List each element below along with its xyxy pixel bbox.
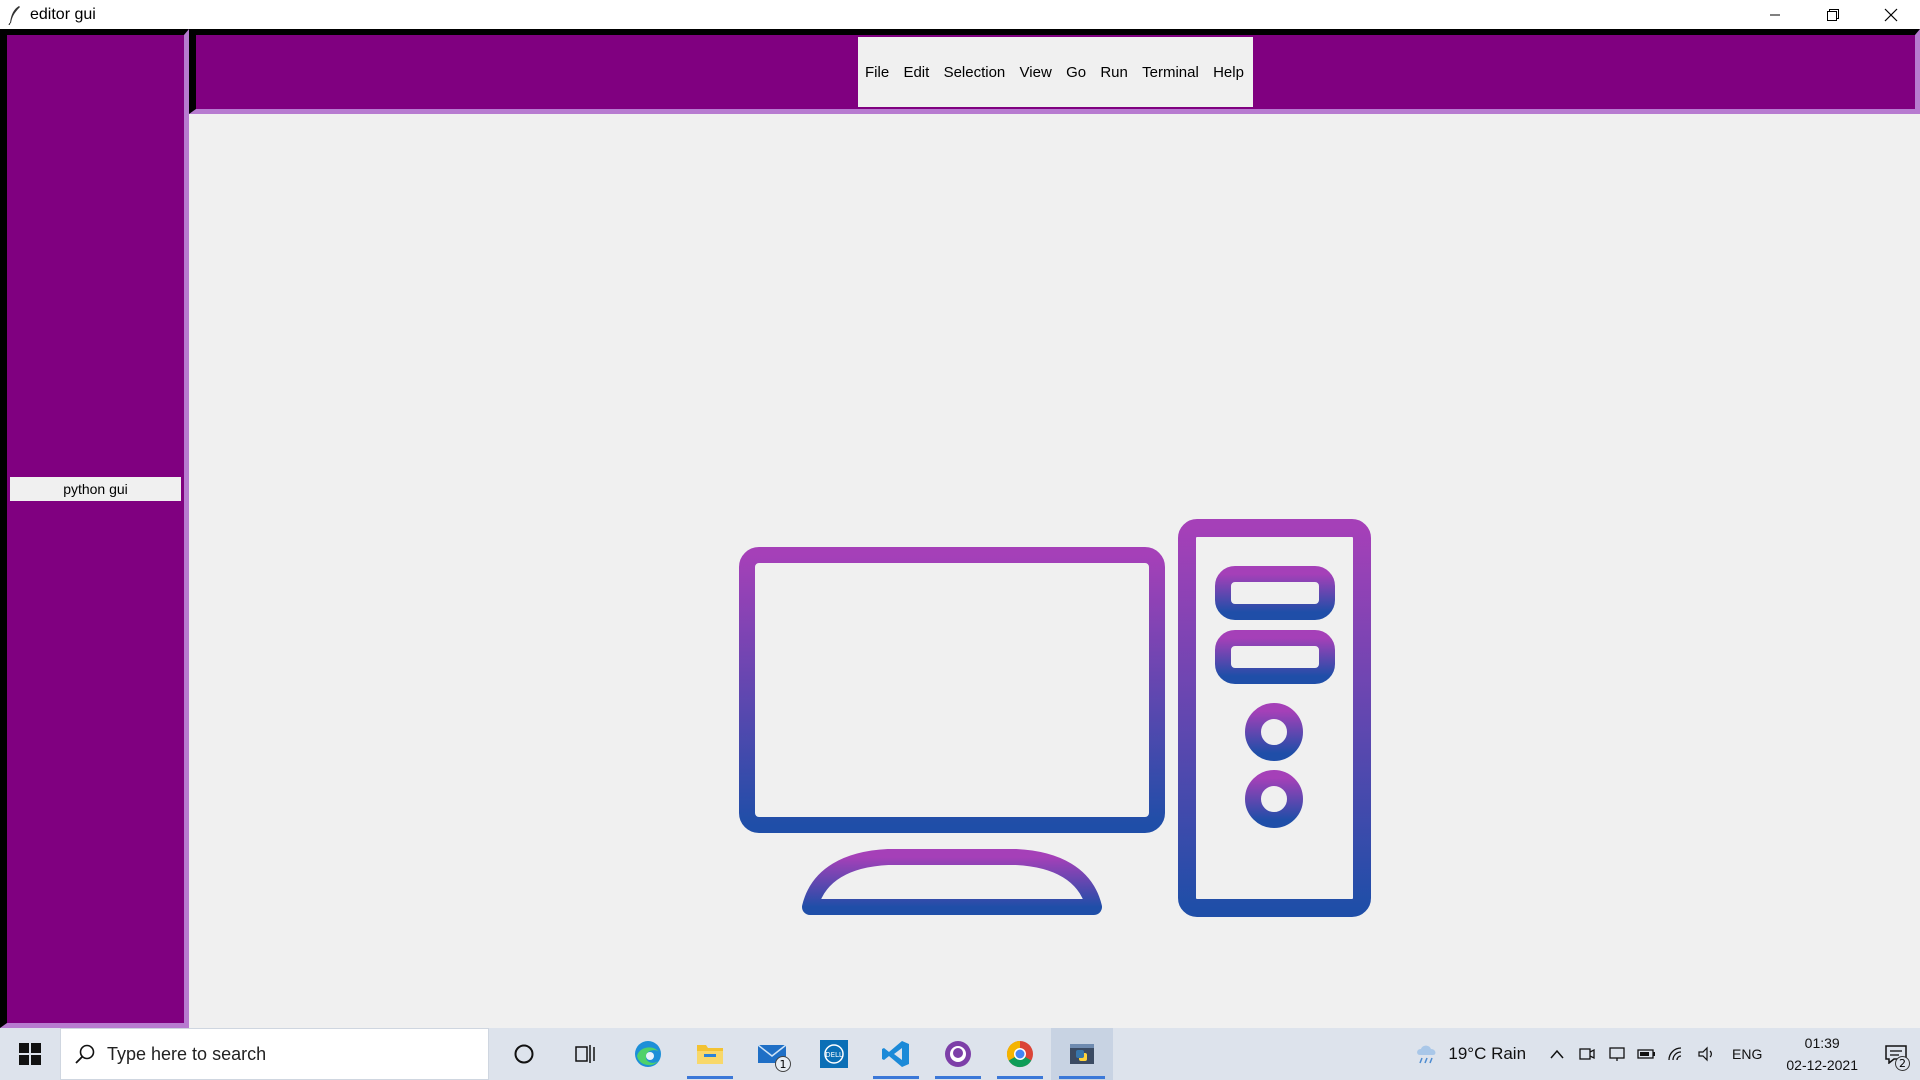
show-hidden-icons-button[interactable]	[1542, 1028, 1572, 1080]
menu-selection[interactable]: Selection	[941, 64, 1009, 81]
restore-icon	[1827, 8, 1839, 21]
cortana-icon	[514, 1044, 534, 1064]
dell-icon: DELL	[820, 1040, 848, 1068]
taskbar-apps: 1 DELL	[493, 1028, 1113, 1080]
restore-button[interactable]	[1804, 0, 1862, 29]
minimize-button[interactable]	[1746, 0, 1804, 29]
python-app-button[interactable]	[1051, 1028, 1113, 1080]
taskbar-search-box[interactable]: Type here to search	[60, 1028, 489, 1080]
clock[interactable]: 01:39 02-12-2021	[1786, 1032, 1858, 1076]
top-panel: File Edit Selection View Go Run Terminal…	[189, 29, 1920, 114]
menu-help[interactable]: Help	[1210, 64, 1247, 81]
menu-run[interactable]: Run	[1097, 64, 1131, 81]
window-title: editor gui	[30, 5, 96, 23]
wifi-button[interactable]	[1662, 1028, 1692, 1080]
desktop-computer-icon	[739, 519, 1371, 917]
edge-icon	[635, 1041, 661, 1067]
edge-button[interactable]	[617, 1028, 679, 1080]
display-icon	[1609, 1047, 1625, 1061]
weather-text: 19°C Rain	[1448, 1044, 1527, 1063]
title-bar: editor gui	[0, 0, 1920, 29]
notifications-button[interactable]: 2	[1872, 1028, 1920, 1080]
speaker-icon	[1698, 1046, 1712, 1062]
search-placeholder: Type here to search	[107, 1043, 267, 1064]
github-desktop-icon	[945, 1041, 971, 1067]
github-desktop-button[interactable]	[927, 1028, 989, 1080]
mail-badge: 1	[775, 1056, 791, 1072]
meet-now-button[interactable]	[1572, 1028, 1602, 1080]
volume-button[interactable]	[1692, 1028, 1722, 1080]
system-tray: 19°C Rain ENG 01:39 02-12-2021 2	[1414, 1028, 1920, 1080]
start-button[interactable]	[0, 1028, 60, 1080]
rain-cloud-icon	[1417, 1045, 1436, 1064]
battery-icon	[1637, 1049, 1656, 1059]
battery-button[interactable]	[1632, 1028, 1662, 1080]
clock-date: 02-12-2021	[1786, 1057, 1858, 1073]
file-explorer-button[interactable]	[679, 1028, 741, 1080]
display-tray-button[interactable]	[1602, 1028, 1632, 1080]
notification-count: 2	[1895, 1056, 1910, 1071]
menu-edit[interactable]: Edit	[900, 64, 932, 81]
weather-widget[interactable]: 19°C Rain	[1414, 1042, 1526, 1066]
window-controls	[1746, 0, 1920, 29]
windows-logo-icon	[19, 1043, 41, 1065]
mail-button[interactable]: 1	[741, 1028, 803, 1080]
chrome-button[interactable]	[989, 1028, 1051, 1080]
language-indicator[interactable]: ENG	[1732, 1046, 1762, 1062]
wifi-icon	[1668, 1047, 1682, 1061]
chevron-up-icon	[1550, 1049, 1564, 1059]
taskbar: Type here to search 1 DELL 19°C Rain ENG…	[0, 1028, 1920, 1080]
svg-text:DELL: DELL	[825, 1051, 843, 1059]
close-icon	[1884, 8, 1898, 21]
search-icon	[73, 1042, 97, 1066]
file-explorer-icon	[697, 1045, 723, 1064]
camera-icon	[1579, 1048, 1595, 1060]
cortana-button[interactable]	[493, 1028, 555, 1080]
vscode-button[interactable]	[865, 1028, 927, 1080]
menu-bar: File Edit Selection View Go Run Terminal…	[858, 37, 1253, 107]
close-button[interactable]	[1862, 0, 1920, 29]
menu-file[interactable]: File	[862, 64, 892, 81]
editor-client-area: python gui File Edit Selection View Go R…	[0, 29, 1920, 1028]
dell-button[interactable]: DELL	[803, 1028, 865, 1080]
menu-go[interactable]: Go	[1063, 64, 1089, 81]
chrome-icon	[1006, 1040, 1033, 1068]
clock-time: 01:39	[1804, 1035, 1840, 1051]
vscode-icon	[882, 1041, 909, 1067]
sidebar-label-python-gui[interactable]: python gui	[10, 477, 181, 501]
menu-view[interactable]: View	[1017, 64, 1055, 81]
task-view-icon	[575, 1045, 595, 1063]
feather-icon	[4, 4, 26, 26]
minimize-icon	[1770, 14, 1780, 15]
sidebar-panel: python gui	[0, 29, 189, 1028]
task-view-button[interactable]	[555, 1028, 617, 1080]
python-app-icon	[1070, 1044, 1094, 1064]
menu-terminal[interactable]: Terminal	[1139, 64, 1202, 81]
